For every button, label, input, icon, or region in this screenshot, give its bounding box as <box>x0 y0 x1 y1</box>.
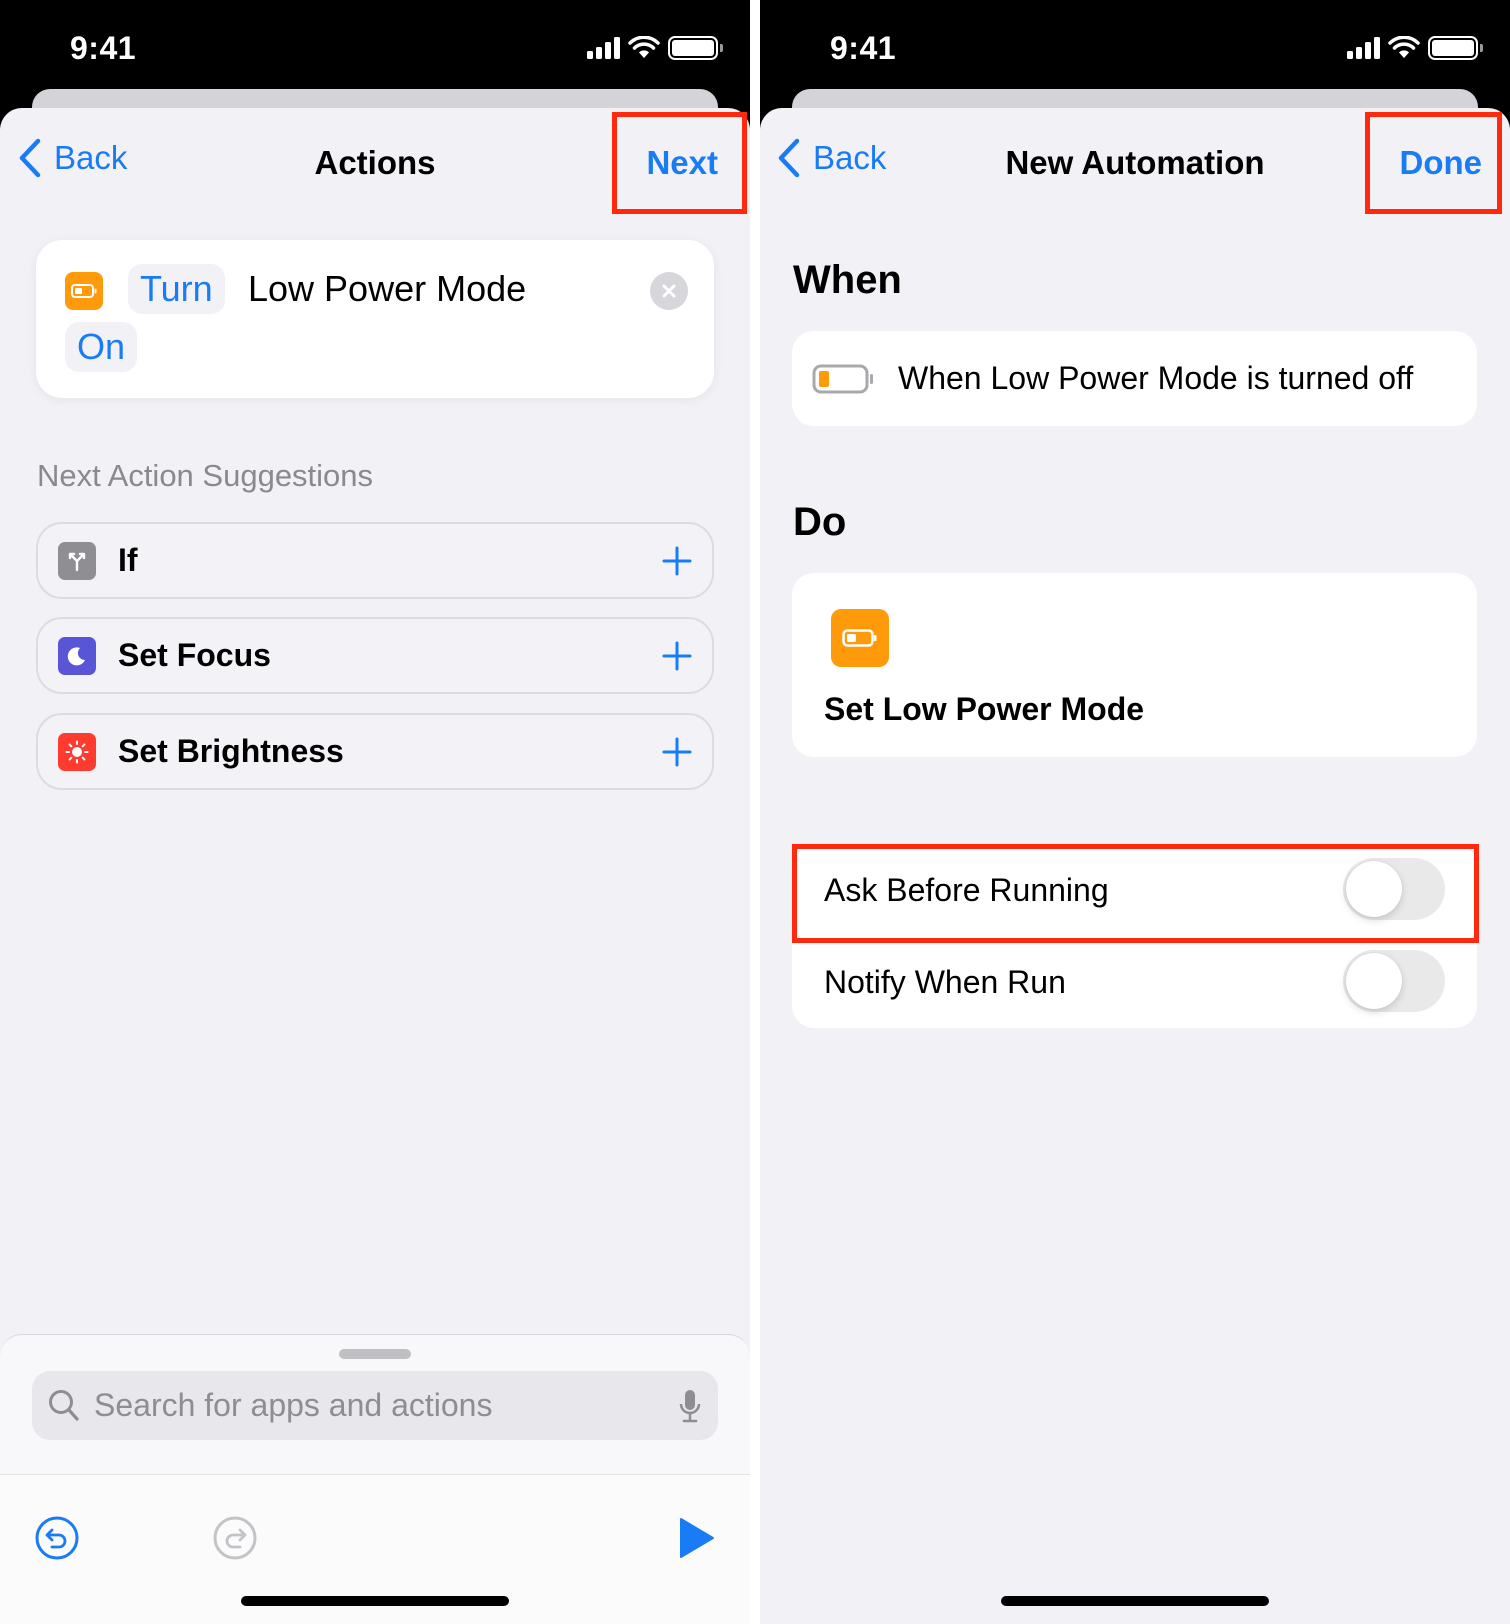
suggestion-if[interactable]: If <box>36 522 714 599</box>
new-automation-screen: 9:41 Back New Automation Done When When … <box>760 0 1510 1624</box>
notify-when-run-row: Notify When Run <box>792 936 1477 1028</box>
automation-sheet: Back New Automation Done When When Low P… <box>760 108 1510 1624</box>
editor-toolbar <box>0 1474 750 1624</box>
nav-bar: Back Actions Next <box>0 108 750 214</box>
nav-bar: Back New Automation Done <box>760 108 1510 214</box>
action-search-sheet <box>0 1334 750 1624</box>
trigger-label: When Low Power Mode is turned off <box>898 360 1414 396</box>
trigger-card[interactable]: When Low Power Mode is turned off <box>792 331 1477 426</box>
back-button[interactable]: Back <box>18 138 127 178</box>
battery-icon <box>831 609 889 667</box>
actions-screen: 9:41 Back Actions Next Turn Low Power Mo… <box>0 0 750 1624</box>
done-button[interactable]: Done <box>1400 144 1483 182</box>
suggestion-set-brightness[interactable]: Set Brightness <box>36 713 714 790</box>
suggestion-set-focus[interactable]: Set Focus <box>36 617 714 694</box>
chevron-left-icon <box>19 138 41 178</box>
close-icon <box>662 284 676 298</box>
status-icons <box>587 36 723 60</box>
chevron-left-icon <box>778 138 800 178</box>
search-field[interactable] <box>32 1371 718 1440</box>
home-indicator[interactable] <box>241 1596 509 1606</box>
do-header: Do <box>793 500 847 544</box>
ask-before-running-row: Ask Before Running <box>792 844 1477 936</box>
status-time: 9:41 <box>70 30 137 66</box>
suggestion-label: Set Brightness <box>118 733 344 769</box>
ask-before-running-toggle[interactable] <box>1343 858 1445 920</box>
action-subject-label: Low Power Mode <box>248 268 527 309</box>
state-parameter-token[interactable]: On <box>65 322 138 372</box>
do-action-card[interactable]: Set Low Power Mode <box>792 573 1477 757</box>
moon-icon <box>58 636 96 675</box>
wifi-icon <box>628 36 660 58</box>
battery-status-icon <box>1428 36 1483 60</box>
back-label: Back <box>813 139 887 176</box>
run-settings-card: Ask Before Running Notify When Run <box>792 844 1477 1028</box>
sun-icon <box>58 732 96 771</box>
suggestions-header: Next Action Suggestions <box>37 458 374 493</box>
do-action-label: Set Low Power Mode <box>824 691 1145 727</box>
battery-icon <box>65 272 103 310</box>
home-indicator[interactable] <box>1001 1596 1269 1606</box>
search-icon <box>49 1389 79 1421</box>
branch-icon <box>58 541 96 580</box>
status-icons <box>1347 36 1483 60</box>
remove-action-button[interactable] <box>650 272 688 310</box>
back-label: Back <box>54 139 128 176</box>
cellular-signal-icon <box>1347 37 1380 59</box>
microphone-icon[interactable] <box>678 1388 702 1424</box>
wifi-icon <box>1388 36 1420 58</box>
turn-parameter-token[interactable]: Turn <box>128 264 225 314</box>
sheet-grabber[interactable] <box>339 1349 411 1359</box>
add-icon[interactable] <box>662 641 692 671</box>
next-button[interactable]: Next <box>646 144 718 182</box>
play-icon[interactable] <box>674 1515 720 1561</box>
battery-status-icon <box>668 36 723 60</box>
actions-sheet: Back Actions Next Turn Low Power Mode On… <box>0 108 750 1624</box>
search-input[interactable] <box>94 1387 678 1424</box>
redo-icon[interactable] <box>212 1515 258 1561</box>
add-icon[interactable] <box>662 737 692 767</box>
suggestion-label: Set Focus <box>118 637 271 673</box>
back-button[interactable]: Back <box>777 138 886 178</box>
suggestion-label: If <box>118 542 138 578</box>
notify-when-run-toggle[interactable] <box>1343 950 1445 1012</box>
cellular-signal-icon <box>587 37 620 59</box>
add-icon[interactable] <box>662 546 692 576</box>
action-card: Turn Low Power Mode On <box>36 240 714 398</box>
low-battery-icon <box>812 364 873 393</box>
when-header: When <box>793 258 902 302</box>
undo-icon[interactable] <box>34 1515 80 1561</box>
status-time: 9:41 <box>830 30 897 66</box>
